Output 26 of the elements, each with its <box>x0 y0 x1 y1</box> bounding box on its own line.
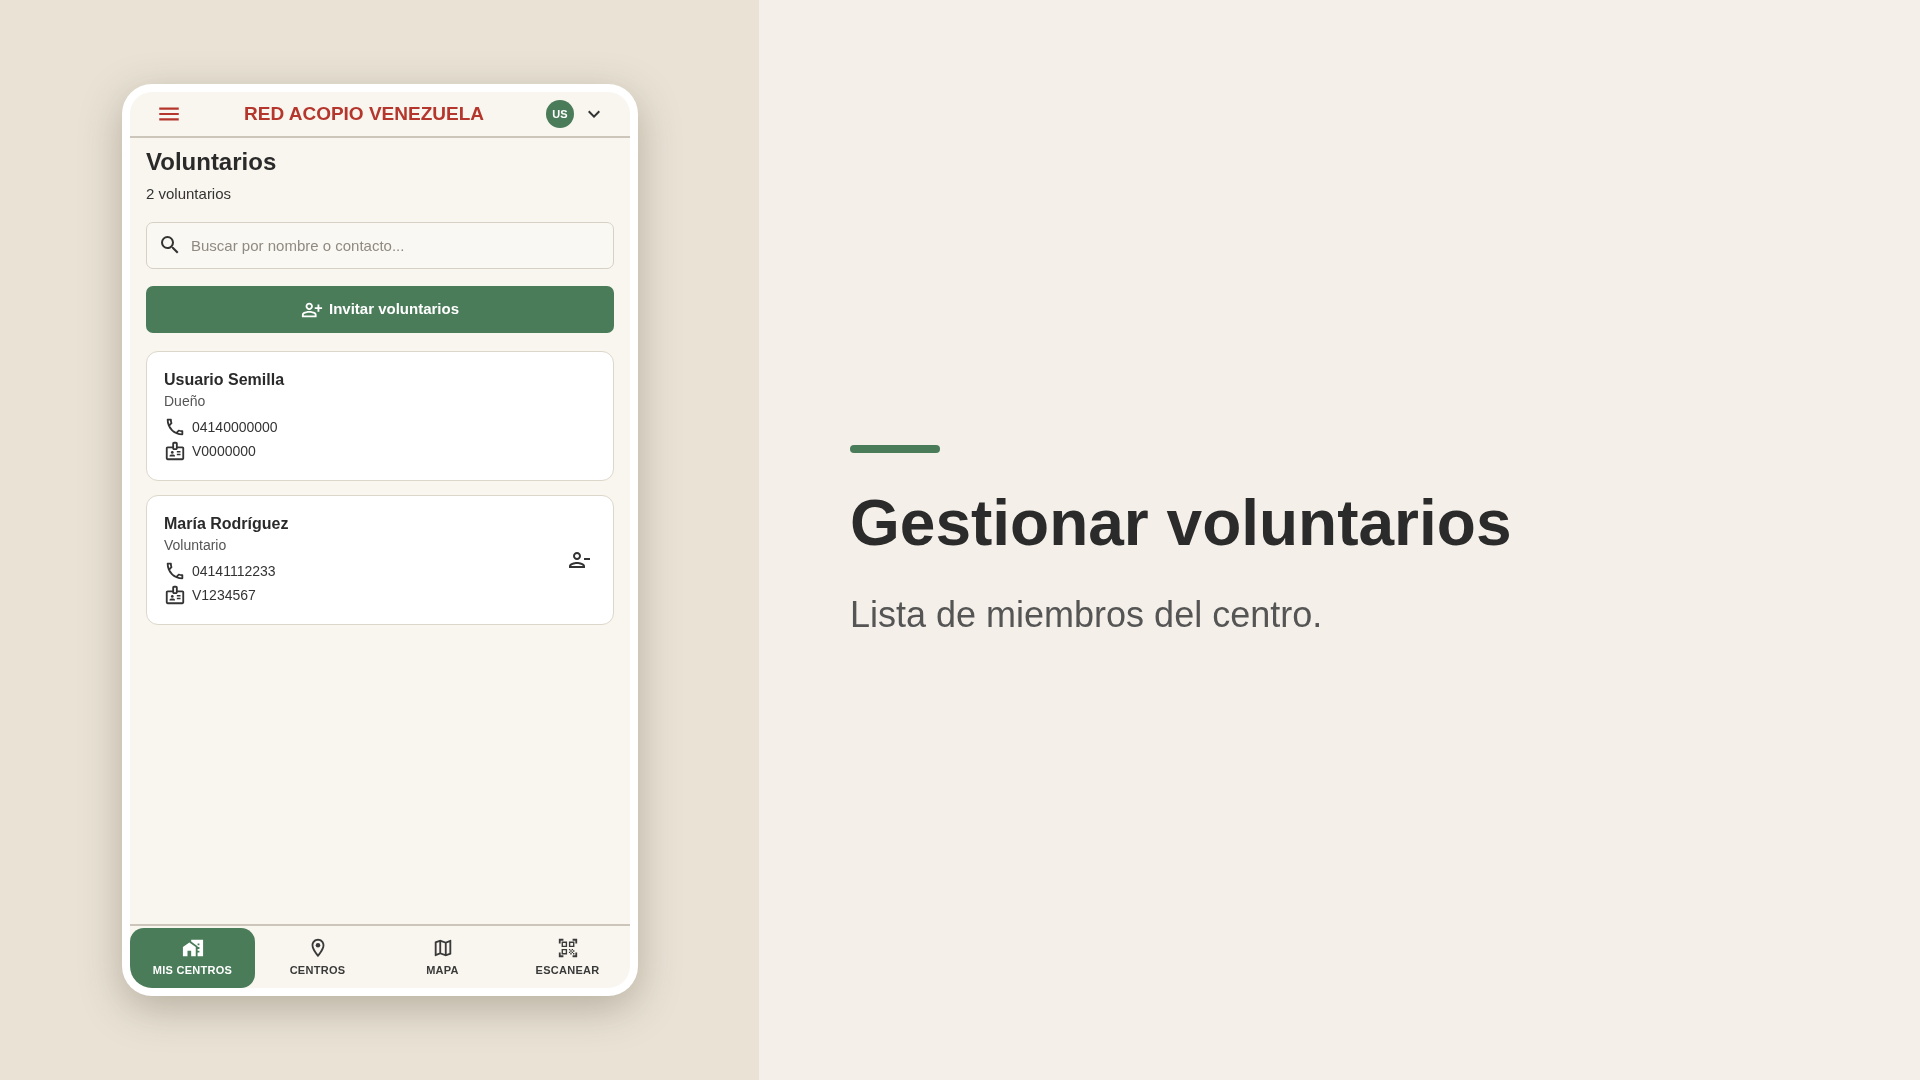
id-number: V0000000 <box>192 441 256 461</box>
qr-scan-icon <box>556 937 579 960</box>
nav-tab[interactable]: MAPA <box>380 928 505 988</box>
volunteer-role: Dueño <box>164 392 206 411</box>
volunteer-role: Voluntario <box>164 536 227 555</box>
volunteer-count: 2 voluntarios <box>146 184 232 204</box>
id-card-icon <box>164 440 186 462</box>
phone-number: 04141112233 <box>192 561 276 581</box>
nav-tab[interactable]: CENTROS <box>255 928 380 988</box>
page-title: Voluntarios <box>146 148 277 176</box>
phone-number: 04140000000 <box>192 417 278 437</box>
invite-button[interactable]: Invitar voluntarios <box>146 286 614 333</box>
volunteer-name: María Rodríguez <box>164 514 289 534</box>
feature-title: Gestionar voluntarios <box>850 488 1512 558</box>
phone-icon <box>164 416 186 438</box>
brand-title: RED ACOPIO VENEZUELA <box>244 101 484 126</box>
phone-icon <box>164 560 186 582</box>
search-field[interactable]: Buscar por nombre o contacto... <box>146 222 614 269</box>
nav-tab[interactable]: MIS CENTROS <box>130 928 255 988</box>
feature-description: Lista de miembros del centro. <box>850 595 1323 635</box>
user-avatar: US <box>546 100 574 128</box>
id-card-icon <box>164 584 186 606</box>
volunteer-name: Usuario Semilla <box>164 370 285 390</box>
id-number: V1234567 <box>192 585 256 605</box>
account-menu-button[interactable]: US <box>546 100 606 128</box>
nav-tab[interactable]: ESCANEAR <box>505 928 630 988</box>
